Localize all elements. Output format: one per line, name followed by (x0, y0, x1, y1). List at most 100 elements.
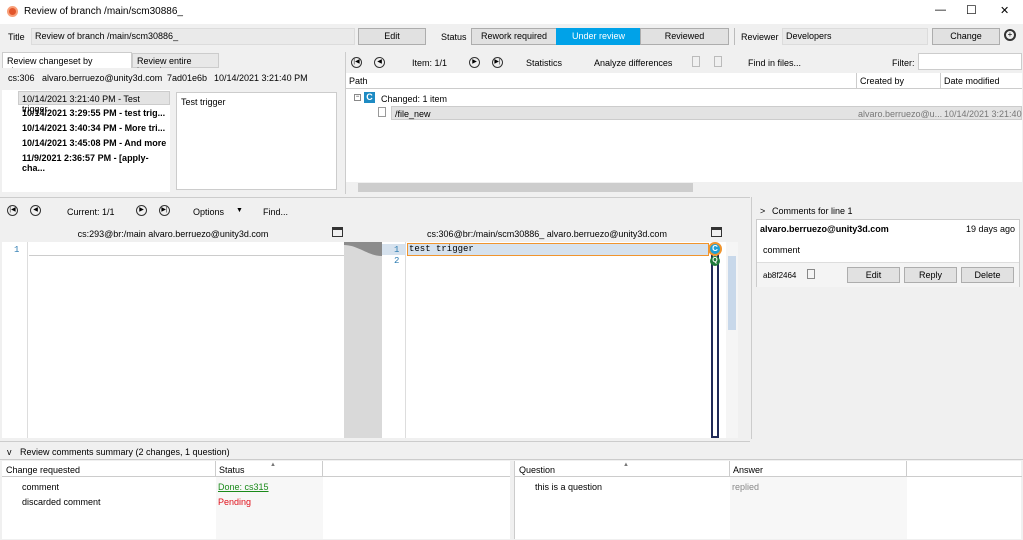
column-status[interactable]: Status (215, 461, 323, 477)
next-item-icon[interactable]: ▶ (469, 57, 480, 68)
column-answer[interactable]: Answer (729, 461, 907, 477)
analyze-differences-button[interactable]: Analyze differences (594, 58, 672, 68)
column-created-by[interactable]: Created by (856, 73, 907, 88)
change-reviewer-button[interactable]: Change (932, 28, 1000, 45)
tab-changeset-by-changeset[interactable]: Review changeset by changeset (2, 52, 132, 76)
left-diff-editor[interactable]: 1 (2, 242, 344, 438)
next-file-icon[interactable] (714, 56, 722, 67)
collapse-icon[interactable]: v (7, 447, 12, 457)
question-answer: replied (732, 482, 760, 492)
title-input[interactable]: Review of branch /main/scm30886_ (31, 28, 355, 45)
cs-author: alvaro.berruezo@unity3d.com (42, 73, 163, 83)
file-path: /file_new (395, 109, 431, 119)
changeset-item[interactable]: 10/14/2021 3:40:34 PM - More tri... (22, 123, 165, 133)
line-number: 2 (394, 256, 400, 266)
question-text: this is a question (535, 482, 603, 492)
comment-marker-icon[interactable]: C (708, 242, 722, 256)
last-item-icon[interactable]: ▶| (492, 57, 503, 68)
prev-item-icon[interactable]: ◀ (374, 57, 385, 68)
changeset-item[interactable]: 10/14/2021 3:29:55 PM - test trig... (22, 108, 165, 118)
summary-header[interactable]: v Review comments summary (2 changes, 1 … (0, 444, 1023, 460)
prev-diff-icon[interactable]: ◀ (30, 205, 41, 216)
reviewer-label: Reviewer (741, 32, 779, 42)
change-status-link[interactable]: Done: cs315 (218, 482, 269, 492)
comment-hash: ab8f2464 (763, 271, 797, 280)
questions-table: Question ▲ Answer this is a question rep… (514, 461, 1022, 539)
delete-comment-button[interactable]: Delete (961, 267, 1014, 283)
close-button[interactable]: ✕ (1000, 4, 1009, 17)
comment-card: alvaro.berruezo@unity3d.com 19 days ago … (756, 219, 1020, 287)
cs-hash: 7ad01e6b (167, 73, 208, 83)
next-diff-icon[interactable]: ▶ (136, 205, 147, 216)
find-in-files-button[interactable]: Find in files... (748, 58, 801, 68)
column-question[interactable]: Question (519, 465, 555, 475)
globe-icon[interactable]: + (1004, 29, 1016, 41)
title-bar: Review of branch /main/scm30886_ — ☐ ✕ (0, 0, 1023, 24)
reviewer-input[interactable]: Developers (782, 28, 928, 45)
prev-file-icon[interactable] (692, 56, 700, 67)
window-icon[interactable] (332, 227, 343, 237)
horizontal-scrollbar[interactable] (346, 182, 1022, 193)
line-number: 1 (14, 245, 20, 255)
item-counter: Item: 1/1 (412, 58, 448, 68)
title-label: Title (8, 32, 25, 42)
change-text: discarded comment (22, 497, 101, 507)
expander-icon[interactable]: > (760, 206, 765, 216)
files-header: Path Created by Date modified (346, 73, 1022, 89)
status-reviewed[interactable]: Reviewed (640, 28, 729, 45)
right-diff-editor[interactable]: 1 2 test trigger C Q (382, 242, 738, 438)
changeset-description: Test trigger (176, 92, 337, 190)
minimize-button[interactable]: — (935, 4, 946, 16)
diff-toolbar: |◀ ◀ Current: 1/1 ▶ ▶| Options ▼ Find... (0, 197, 750, 221)
diff-gutter (344, 242, 382, 438)
cs-id: cs:306 (8, 73, 35, 83)
file-date: 10/14/2021 3:21:40 PM (944, 109, 1023, 119)
edit-title-button[interactable]: Edit (358, 28, 426, 45)
comments-title: Comments for line 1 (772, 206, 853, 216)
code-line-highlighted[interactable]: test trigger (407, 243, 709, 256)
changed-badge: C (364, 92, 375, 103)
cs-date: 10/14/2021 3:21:40 PM (214, 73, 308, 83)
reply-button[interactable]: Reply (904, 267, 957, 283)
comment-author: alvaro.berruezo@unity3d.com (760, 224, 889, 234)
comments-panel: > Comments for line 1 alvaro.berruezo@un… (751, 197, 1021, 439)
chevron-down-icon[interactable]: ▼ (236, 207, 243, 214)
status-label: Status (441, 32, 467, 42)
column-path[interactable]: Path (349, 76, 368, 86)
column-date-modified[interactable]: Date modified (940, 73, 1003, 88)
changeset-item[interactable]: 11/9/2021 2:36:57 PM - [apply-cha... (22, 153, 170, 173)
last-diff-icon[interactable]: ▶| (159, 205, 170, 216)
first-diff-icon[interactable]: |◀ (7, 205, 18, 216)
vertical-scrollbar[interactable] (726, 242, 738, 438)
file-icon (378, 107, 386, 117)
files-table: Path Created by Date modified − C Change… (346, 73, 1023, 182)
find-button[interactable]: Find... (263, 207, 288, 217)
changeset-item[interactable]: 10/14/2021 3:21:40 PM - Test trigger (18, 91, 170, 114)
edit-comment-button[interactable]: Edit (847, 267, 900, 283)
statistics-button[interactable]: Statistics (526, 58, 562, 68)
changeset-list: 10/14/2021 3:21:40 PM - Test trigger 10/… (2, 90, 170, 192)
copy-icon[interactable] (807, 269, 815, 279)
left-diff-header: cs:293@br:/main alvaro.berruezo@unity3d.… (77, 229, 269, 239)
options-menu[interactable]: Options (193, 207, 224, 217)
first-item-icon[interactable]: |◀ (351, 57, 362, 68)
window-title: Review of branch /main/scm30886_ (24, 6, 183, 17)
changed-group[interactable]: Changed: 1 item (381, 94, 447, 104)
change-text: comment (22, 482, 60, 492)
status-under-review[interactable]: Under review (556, 28, 641, 45)
file-row[interactable]: /file_new alvaro.berruezo@u... 10/14/202… (391, 106, 1023, 120)
changeset-info: cs:306 alvaro.berruezo@unity3d.com 7ad01… (2, 68, 340, 90)
maximize-button[interactable]: ☐ (966, 3, 977, 17)
column-change-requested[interactable]: Change requested (6, 465, 80, 475)
changeset-item[interactable]: 10/14/2021 3:45:08 PM - And more (22, 138, 166, 148)
filter-input[interactable] (918, 53, 1022, 70)
window-icon[interactable] (711, 227, 722, 237)
summary-title: Review comments summary (2 changes, 1 qu… (20, 447, 230, 457)
status-rework-required[interactable]: Rework required (471, 28, 557, 45)
app-logo-icon (7, 6, 18, 17)
tab-entire-branch[interactable]: Review entire branch (132, 53, 219, 76)
current-diff: Current: 1/1 (67, 207, 115, 217)
comment-age: 19 days ago (965, 224, 1015, 234)
collapse-icon[interactable]: − (354, 94, 361, 101)
question-marker-icon[interactable]: Q (710, 256, 720, 266)
